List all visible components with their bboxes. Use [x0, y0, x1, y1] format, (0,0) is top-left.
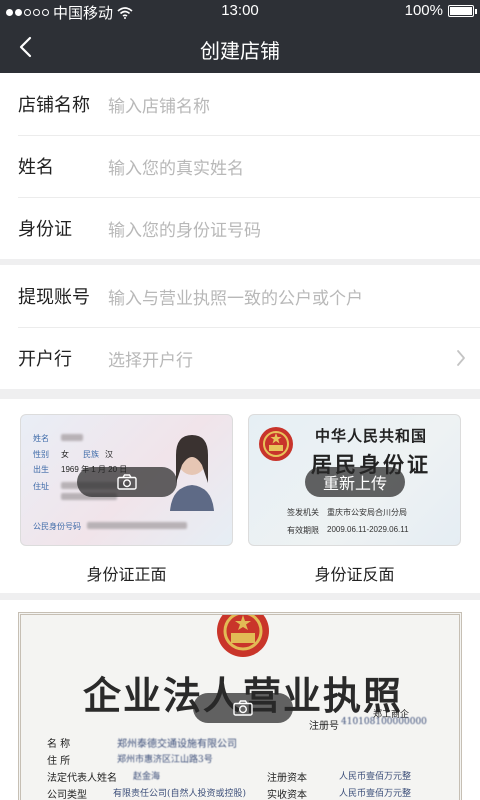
id-card-back-image[interactable]: 中华人民共和国 居民身份证 签发机关 重庆市公安局合川分局 有效期限 2009.… [248, 414, 461, 546]
license-capital: 人民币壹佰万元整 [339, 772, 412, 782]
license-type: 有限责任公司(自然人投资或控股) [113, 789, 247, 799]
id-front-address-field: 住址 [33, 482, 49, 491]
store-info-group: 店铺名称 输入店铺名称 姓名 输入您的真实姓名 身份证 输入您的身份证号码 [0, 73, 480, 259]
account-info-group: 提现账号 输入与营业执照一致的公户或个户 开户行 选择开户行 [0, 265, 480, 389]
national-emblem-icon [259, 427, 293, 461]
id-back-label: 身份证反面 [314, 567, 395, 584]
withdraw-account-input[interactable]: 输入与营业执照一致的公户或个户 [108, 284, 480, 309]
page-title: 创建店铺 [200, 41, 280, 63]
status-bar: 中国移动 13:00 100% [0, 0, 480, 22]
id-front-birth-field: 出生 [33, 465, 49, 474]
id-back-validity: 2009.06.11-2029.06.11 [327, 525, 409, 534]
reupload-label: 重新上传 [322, 476, 387, 493]
id-back-issuer: 重庆市公安局合川分局 [327, 508, 407, 517]
id-back-validity-field: 有效期限 [287, 526, 319, 535]
front-camera-button[interactable] [77, 467, 177, 497]
id-front-gender: 女 [61, 450, 69, 459]
id-front-label: 身份证正面 [86, 567, 167, 584]
id-card-front-image[interactable]: 姓名 性别 女 民族 汉 出生 1969 年 1 月 20 日 住址 公民身份号… [20, 414, 233, 546]
real-name-row[interactable]: 姓名 输入您的真实姓名 [0, 135, 480, 197]
id-front-number-field: 公民身份号码 [33, 522, 81, 531]
store-name-row[interactable]: 店铺名称 输入店铺名称 [0, 73, 480, 135]
license-address-field: 住 所 [47, 756, 71, 767]
license-name-field: 名 称 [47, 739, 71, 750]
id-back-country: 中华人民共和国 [315, 427, 428, 445]
battery-percent: 100% [404, 2, 443, 19]
license-reg-no: 410108100000000 [341, 717, 427, 727]
national-emblem-icon [217, 615, 269, 657]
license-paid-field: 实收资本 [267, 790, 307, 800]
id-number-input[interactable]: 输入您的身份证号码 [108, 216, 480, 241]
reupload-button[interactable]: 重新上传 [305, 467, 405, 497]
camera-icon [233, 700, 253, 716]
bank-label: 开户行 [18, 349, 72, 369]
id-front-name-field: 姓名 [33, 434, 49, 443]
license-type-field: 公司类型 [47, 790, 87, 800]
id-front-gender-field: 性别 [33, 450, 49, 459]
real-name-label: 姓名 [18, 157, 54, 177]
license-address: 郑州市惠济区江山路3号 [117, 755, 213, 765]
withdraw-account-label: 提现账号 [18, 287, 90, 307]
chevron-right-icon [457, 350, 465, 366]
battery-icon [448, 4, 477, 17]
id-back-issuer-field: 签发机关 [287, 508, 319, 517]
id-front-ethnicity-field: 民族 [83, 450, 99, 459]
id-number-row[interactable]: 身份证 输入您的身份证号码 [0, 197, 480, 259]
license-rep-field: 法定代表人姓名 [47, 773, 117, 784]
license-camera-button[interactable] [193, 693, 293, 723]
withdraw-account-row[interactable]: 提现账号 输入与营业执照一致的公户或个户 [0, 265, 480, 327]
license-paid: 人民币壹佰万元整 [339, 789, 412, 799]
id-front-ethnicity: 汉 [105, 450, 113, 459]
license-capital-field: 注册资本 [267, 773, 307, 784]
camera-icon [117, 474, 137, 490]
license-reg-no-field: 注册号 [309, 721, 339, 732]
license-company-name: 郑州泰德交通设施有限公司 [117, 739, 237, 750]
business-license-image[interactable]: 企业法人营业执照 郑工商企 注册号 410108100000000 名 称 郑州… [18, 612, 462, 800]
business-license-section: 企业法人营业执照 郑工商企 注册号 410108100000000 名 称 郑州… [0, 600, 480, 800]
id-number-label: 身份证 [18, 219, 72, 239]
bank-row[interactable]: 开户行 选择开户行 [0, 327, 480, 389]
license-rep: 赵金海 [133, 772, 161, 782]
real-name-input[interactable]: 输入您的真实姓名 [108, 154, 480, 179]
store-name-input[interactable]: 输入店铺名称 [108, 92, 480, 117]
store-name-label: 店铺名称 [18, 95, 90, 115]
bank-select[interactable]: 选择开户行 [108, 346, 480, 371]
navigation-bar: 创建店铺 [0, 22, 480, 73]
id-card-upload-section: 姓名 性别 女 民族 汉 出生 1969 年 1 月 20 日 住址 公民身份号… [0, 399, 480, 593]
battery-status: 100% [404, 2, 477, 19]
